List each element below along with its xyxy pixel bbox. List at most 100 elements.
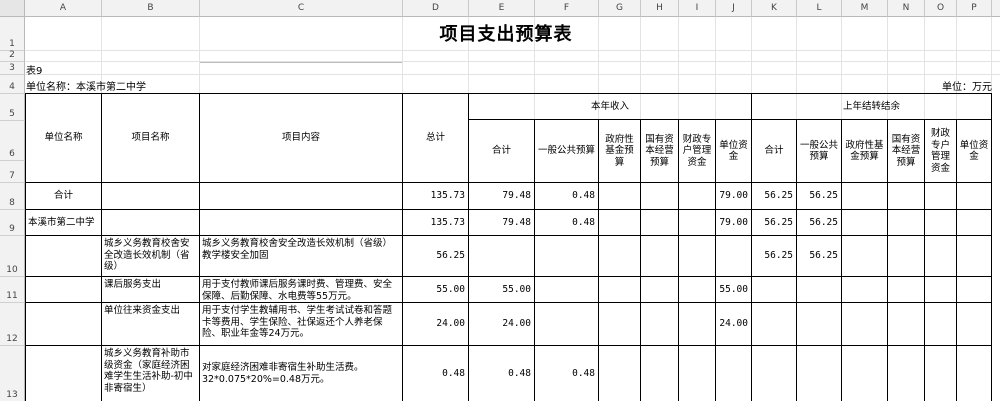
cell-cur-special-account[interactable]	[679, 236, 715, 276]
header-cur-general[interactable]: 一般公共预算	[535, 120, 598, 182]
row-header-3[interactable]: 3	[0, 62, 25, 75]
row-header-5[interactable]: 5	[0, 94, 25, 121]
cell-total[interactable]: 0.48	[403, 346, 468, 401]
cell-unit-name[interactable]	[26, 303, 101, 345]
cell-cur-general[interactable]: 0.48	[535, 346, 598, 401]
cell-unit-name[interactable]	[26, 236, 101, 276]
cell-prev-total[interactable]: 56.25	[752, 183, 796, 209]
cell-project-name[interactable]: 课后服务支出	[102, 277, 199, 302]
cell-project-content[interactable]: 对家庭经济困难非寄宿生补助生活费。32*0.075*20%=0.48万元。	[200, 346, 402, 401]
header-prev-total[interactable]: 合计	[752, 120, 796, 182]
cell-total[interactable]: 56.25	[403, 236, 468, 276]
cell-prev-unit-funds[interactable]	[957, 183, 991, 209]
column-header-d[interactable]: D	[403, 0, 469, 17]
column-header-m[interactable]: M	[842, 0, 888, 17]
cell-cur-special-account[interactable]	[679, 183, 715, 209]
column-header-i[interactable]: I	[679, 0, 716, 17]
cell-prev-total[interactable]	[752, 303, 796, 345]
column-header-f[interactable]: F	[535, 0, 599, 17]
row-header-1[interactable]: 1	[0, 17, 25, 51]
header-cur-total[interactable]: 合计	[469, 120, 534, 182]
cell-prev-special-account[interactable]	[925, 236, 956, 276]
cell-prev-special-account[interactable]	[925, 210, 956, 235]
cell-project-name[interactable]: 城乡义务教育补助市级资金（家庭经济困难学生生活补助-初中非寄宿生）	[102, 346, 199, 401]
cell-prev-unit-funds[interactable]	[957, 346, 991, 401]
header-cur-unit-funds[interactable]: 单位资金	[716, 120, 751, 182]
row-header-9[interactable]: 9	[0, 210, 25, 236]
column-header-k[interactable]: K	[752, 0, 797, 17]
header-cur-state-capital[interactable]: 国有资本经营预算	[641, 120, 678, 182]
cell-prev-fund[interactable]	[842, 277, 887, 302]
column-header-a[interactable]: A	[25, 0, 102, 17]
cell-prev-general[interactable]	[797, 277, 841, 302]
cell-cur-total[interactable]: 24.00	[469, 303, 534, 345]
cell-cur-total[interactable]: 55.00	[469, 277, 534, 302]
header-prev-special-account[interactable]: 财政专户管理资金	[925, 120, 956, 182]
cell-total[interactable]: 135.73	[403, 210, 468, 235]
cell-project-content[interactable]: 用于支付学生教辅用书、学生考试试卷和答题卡等费用、学生保险、社保返还个人养老保险…	[200, 303, 402, 345]
cell-project-content[interactable]	[200, 183, 402, 209]
cell-cur-unit-funds[interactable]: 55.00	[716, 277, 751, 302]
cell-total[interactable]: 24.00	[403, 303, 468, 345]
column-header-c[interactable]: C	[200, 0, 403, 17]
header-project-content[interactable]: 项目内容	[200, 94, 402, 182]
cell-cur-state-capital[interactable]	[641, 303, 678, 345]
header-current-income[interactable]: 本年收入	[469, 94, 751, 119]
cell-cur-state-capital[interactable]	[641, 277, 678, 302]
cell-cur-total[interactable]	[469, 236, 534, 276]
cell-cur-general[interactable]	[535, 277, 598, 302]
header-prev-general[interactable]: 一般公共预算	[797, 120, 841, 182]
cell-project-content[interactable]: 城乡义务教育校舍安全改造长效机制（省级）教学楼安全加固	[200, 236, 402, 276]
column-header-h[interactable]: H	[641, 0, 679, 17]
cell-total[interactable]: 55.00	[403, 277, 468, 302]
column-header-p[interactable]: P	[957, 0, 992, 17]
cell-project-name[interactable]: 城乡义务教育校舍安全改造长效机制（省级）	[102, 236, 199, 276]
cell-prev-unit-funds[interactable]	[957, 277, 991, 302]
cell-prev-fund[interactable]	[842, 210, 887, 235]
cell-prev-state-capital[interactable]	[888, 346, 924, 401]
cell-cur-fund[interactable]	[599, 303, 640, 345]
cell-prev-state-capital[interactable]	[888, 183, 924, 209]
cell-prev-state-capital[interactable]	[888, 210, 924, 235]
cell-cur-state-capital[interactable]	[641, 236, 678, 276]
cell-prev-total[interactable]: 56.25	[752, 210, 796, 235]
cell-cur-unit-funds[interactable]: 79.00	[716, 183, 751, 209]
row-header-13[interactable]: 13	[0, 346, 25, 401]
column-header-j[interactable]: J	[716, 0, 752, 17]
cell-prev-special-account[interactable]	[925, 303, 956, 345]
cell-prev-special-account[interactable]	[925, 183, 956, 209]
cell-cur-total[interactable]: 79.48	[469, 210, 534, 235]
cell-cur-fund[interactable]	[599, 277, 640, 302]
header-prev-fund[interactable]: 政府性基金预算	[842, 120, 887, 182]
row-header-11[interactable]: 11	[0, 277, 25, 303]
cell-cur-state-capital[interactable]	[641, 210, 678, 235]
row-header-4[interactable]: 4	[0, 75, 25, 94]
cell-prev-unit-funds[interactable]	[957, 210, 991, 235]
header-unit-name[interactable]: 单位名称	[26, 94, 101, 182]
cell-prev-fund[interactable]	[842, 183, 887, 209]
cell-prev-total[interactable]: 56.25	[752, 236, 796, 276]
header-prev-state-capital[interactable]: 国有资本经营预算	[888, 120, 924, 182]
cell-prev-fund[interactable]	[842, 236, 887, 276]
cell-cur-total[interactable]: 79.48	[469, 183, 534, 209]
cell-project-name[interactable]: 单位往来资金支出	[102, 303, 199, 345]
cell-cur-unit-funds[interactable]	[716, 346, 751, 401]
cell-prev-special-account[interactable]	[925, 277, 956, 302]
cell-prev-state-capital[interactable]	[888, 236, 924, 276]
cell-cur-special-account[interactable]	[679, 277, 715, 302]
column-header-l[interactable]: L	[797, 0, 842, 17]
cell-cur-special-account[interactable]	[679, 303, 715, 345]
cell-prev-unit-funds[interactable]	[957, 236, 991, 276]
cell-prev-total[interactable]	[752, 346, 796, 401]
cell-total[interactable]: 135.73	[403, 183, 468, 209]
cell-unit-name[interactable]: 本溪市第二中学	[26, 210, 101, 235]
cell-cur-unit-funds[interactable]: 79.00	[716, 210, 751, 235]
cell-cur-total[interactable]: 0.48	[469, 346, 534, 401]
select-all-corner[interactable]	[0, 0, 25, 17]
header-prev-unit-funds[interactable]: 单位资金	[957, 120, 991, 182]
column-header-e[interactable]: E	[469, 0, 535, 17]
row-header-10[interactable]: 10	[0, 236, 25, 277]
column-header-o[interactable]: O	[925, 0, 957, 17]
cell-prev-general[interactable]: 56.25	[797, 210, 841, 235]
cell-cur-general[interactable]: 0.48	[535, 183, 598, 209]
